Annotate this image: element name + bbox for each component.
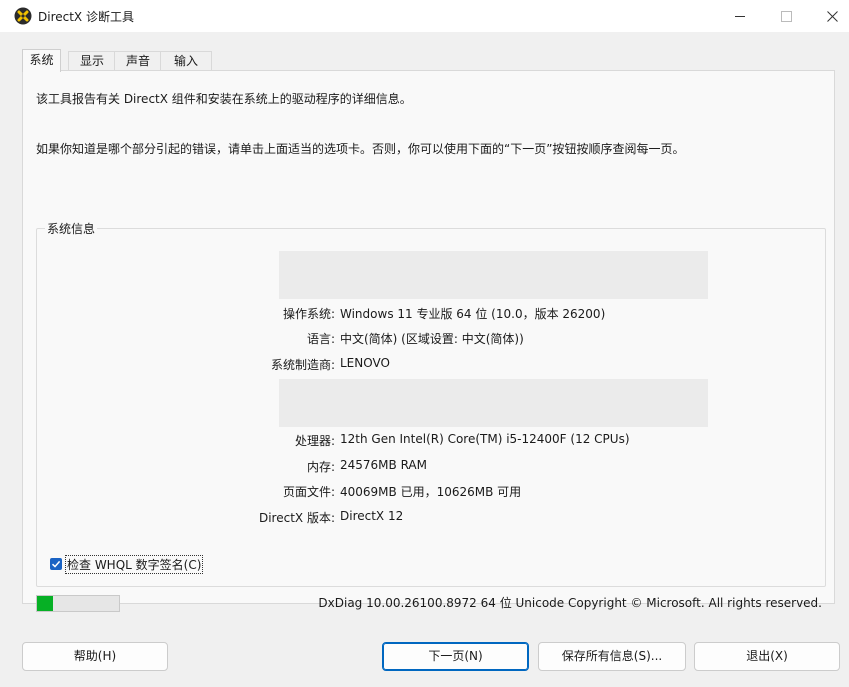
- save-all-info-button[interactable]: 保存所有信息(S)...: [538, 642, 686, 671]
- language-row: 语言: 中文(简体) (区域设置: 中文(简体)): [37, 330, 825, 348]
- checkmark-icon: [51, 560, 61, 568]
- system-info-group: 系统信息 当前 操作系统: Windows 11 专业版 64 位 (10.0，…: [36, 220, 826, 587]
- intro-text-2: 如果你知道是哪个部分引起的错误，请单击上面适当的选项卡。否则，你可以使用下面的“…: [36, 142, 685, 156]
- manufacturer-label: 系统制造商:: [270, 358, 335, 372]
- whql-check[interactable]: 检查 WHQL 数字签名(C): [50, 554, 204, 574]
- client-area: 系统 显示 声音 输入 该工具报告有关 DirectX 组件和安装在系统上的驱动…: [0, 32, 849, 687]
- close-icon: [826, 10, 838, 22]
- os-row: 操作系统: Windows 11 专业版 64 位 (10.0，版本 26200…: [37, 305, 825, 323]
- whql-label[interactable]: 检查 WHQL 数字签名(C): [65, 554, 204, 574]
- progress-bar: [36, 595, 120, 612]
- next-page-button[interactable]: 下一页(N): [382, 642, 529, 671]
- title-bar: DirectX 诊断工具: [0, 0, 849, 32]
- redacted-block: [279, 379, 708, 427]
- system-tab-panel: 该工具报告有关 DirectX 组件和安装在系统上的驱动程序的详细信息。 如果你…: [22, 70, 835, 604]
- close-button[interactable]: [809, 0, 849, 32]
- copyright-text: DxDiag 10.00.26100.8972 64 位 Unicode Cop…: [318, 596, 822, 610]
- help-button[interactable]: 帮助(H): [22, 642, 168, 671]
- minimize-icon: [735, 15, 745, 17]
- tab-input[interactable]: 输入: [160, 51, 212, 71]
- pagefile-value: 40069MB 已用，10626MB 可用: [340, 485, 522, 499]
- whql-checkbox[interactable]: [50, 558, 62, 570]
- processor-value: 12th Gen Intel(R) Core(TM) i5-12400F (12…: [340, 432, 630, 446]
- directx-value: DirectX 12: [340, 509, 404, 523]
- tab-display[interactable]: 显示: [68, 51, 116, 71]
- redacted-block: [279, 251, 708, 299]
- pagefile-row: 页面文件: 40069MB 已用，10626MB 可用: [37, 483, 825, 501]
- intro-text-1: 该工具报告有关 DirectX 组件和安装在系统上的驱动程序的详细信息。: [36, 92, 412, 106]
- memory-value: 24576MB RAM: [340, 458, 427, 472]
- language-label: 语言:: [306, 332, 335, 346]
- processor-row: 处理器: 12th Gen Intel(R) Core(TM) i5-12400…: [37, 432, 825, 450]
- manufacturer-value: LENOVO: [340, 356, 390, 370]
- os-value: Windows 11 专业版 64 位 (10.0，版本 26200): [340, 307, 606, 321]
- progress-fill: [37, 596, 54, 611]
- system-info-legend: 系统信息: [45, 220, 98, 237]
- memory-label: 内存:: [306, 460, 335, 474]
- tab-sound[interactable]: 声音: [114, 51, 162, 71]
- window-title: DirectX 诊断工具: [38, 10, 134, 24]
- directx-row: DirectX 版本: DirectX 12: [37, 509, 825, 527]
- tab-system[interactable]: 系统: [22, 49, 61, 72]
- minimize-button[interactable]: [717, 0, 763, 32]
- manufacturer-row: 系统制造商: LENOVO: [37, 356, 825, 374]
- pagefile-label: 页面文件:: [282, 485, 335, 499]
- directx-label: DirectX 版本:: [258, 511, 335, 525]
- os-label: 操作系统:: [282, 307, 335, 321]
- memory-row: 内存: 24576MB RAM: [37, 458, 825, 476]
- maximize-icon: [780, 10, 792, 22]
- exit-button[interactable]: 退出(X): [694, 642, 840, 671]
- processor-label: 处理器:: [294, 434, 335, 448]
- maximize-button[interactable]: [763, 0, 809, 32]
- language-value: 中文(简体) (区域设置: 中文(简体)): [340, 332, 524, 346]
- directx-x-icon: [14, 7, 32, 25]
